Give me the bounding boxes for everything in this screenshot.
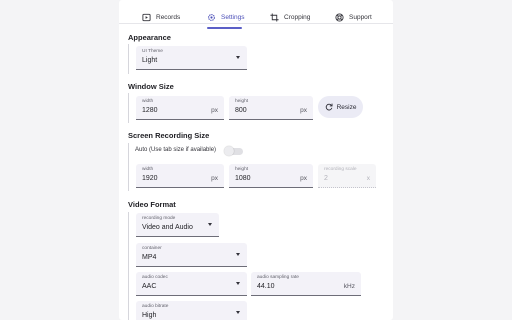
chevron-down-icon bbox=[236, 311, 240, 314]
tab-cropping-label: Cropping bbox=[284, 13, 311, 21]
ui-theme-select[interactable]: UI Theme Light bbox=[136, 46, 247, 70]
auto-size-label: Auto (Use tab size if available) bbox=[135, 147, 217, 153]
recording-width-label: width bbox=[142, 167, 154, 172]
toggle-thumb bbox=[224, 146, 234, 156]
recording-mode-label: recording mode bbox=[142, 216, 176, 221]
resize-button-label: Resize bbox=[336, 103, 357, 111]
tab-support-label: Support bbox=[349, 13, 372, 21]
chevron-down-icon bbox=[208, 223, 212, 226]
audio-codec-select[interactable]: audio codec AAC bbox=[136, 272, 247, 296]
section-rail bbox=[128, 212, 129, 320]
window-size-heading: Window Size bbox=[128, 82, 174, 91]
audio-codec-label: audio codec bbox=[142, 275, 168, 280]
tab-records[interactable]: Records bbox=[142, 6, 180, 28]
container-select[interactable]: container MP4 bbox=[136, 243, 247, 267]
tab-support[interactable]: Support bbox=[335, 6, 372, 28]
settings-panel: Records Settings Cropping Support Appear… bbox=[119, 0, 393, 320]
recording-scale-value: 2 bbox=[324, 175, 328, 182]
recording-scale-label: recording scale bbox=[324, 167, 357, 172]
tab-divider bbox=[119, 23, 393, 24]
crop-icon bbox=[270, 12, 279, 22]
screen-recording-heading: Screen Recording Size bbox=[128, 131, 210, 140]
section-rail bbox=[128, 93, 129, 123]
records-icon bbox=[142, 13, 151, 21]
recording-scale-unit: x bbox=[366, 175, 370, 182]
container-value: MP4 bbox=[142, 254, 157, 261]
auto-size-toggle[interactable] bbox=[224, 146, 243, 156]
recording-scale-input[interactable]: recording scale 2 x bbox=[318, 164, 376, 188]
chevron-down-icon bbox=[236, 282, 240, 285]
sampling-rate-value: 44.10 bbox=[257, 283, 275, 290]
recording-mode-value: Video and Audio bbox=[142, 224, 193, 231]
section-rail bbox=[128, 143, 129, 191]
container-label: container bbox=[142, 246, 162, 251]
audio-bitrate-value: High bbox=[142, 312, 157, 319]
window-height-label: height bbox=[235, 99, 249, 104]
chevron-down-icon bbox=[236, 56, 240, 59]
ui-theme-value: Light bbox=[142, 57, 158, 64]
window-width-label: width bbox=[142, 99, 154, 104]
settings-gear-icon bbox=[208, 13, 215, 21]
window-width-input[interactable]: width 1280 px bbox=[136, 96, 224, 120]
refresh-icon bbox=[325, 103, 333, 111]
video-format-heading: Video Format bbox=[128, 200, 176, 209]
tab-settings-label: Settings bbox=[221, 13, 245, 21]
section-rail bbox=[128, 44, 129, 74]
sampling-rate-input[interactable]: audio sampling rate 44.10 kHz bbox=[251, 272, 361, 296]
recording-height-input[interactable]: height 1080 px bbox=[229, 164, 313, 188]
chevron-down-icon bbox=[236, 253, 240, 256]
window-height-unit: px bbox=[300, 107, 307, 114]
appearance-heading: Appearance bbox=[128, 33, 171, 42]
ui-theme-label: UI Theme bbox=[142, 49, 163, 54]
tab-bar: Records Settings Cropping Support bbox=[119, 6, 393, 29]
window-height-input[interactable]: height 800 px bbox=[229, 96, 313, 120]
recording-width-unit: px bbox=[211, 175, 218, 182]
tab-cropping[interactable]: Cropping bbox=[270, 6, 310, 28]
recording-height-unit: px bbox=[300, 175, 307, 182]
recording-height-label: height bbox=[235, 167, 249, 172]
recording-mode-select[interactable]: recording mode Video and Audio bbox=[136, 213, 219, 237]
recording-width-input[interactable]: width 1920 px bbox=[136, 164, 224, 188]
recording-height-value: 1080 bbox=[235, 175, 251, 182]
window-width-unit: px bbox=[211, 107, 218, 114]
tab-settings[interactable]: Settings bbox=[207, 6, 245, 28]
resize-button[interactable]: Resize bbox=[318, 96, 363, 118]
audio-bitrate-select[interactable]: audio bitrate High bbox=[136, 301, 247, 320]
active-tab-indicator bbox=[207, 27, 242, 29]
window-width-value: 1280 bbox=[142, 107, 158, 114]
audio-codec-value: AAC bbox=[142, 283, 157, 290]
window-height-value: 800 bbox=[235, 107, 247, 114]
tab-records-label: Records bbox=[156, 13, 181, 21]
sampling-rate-label: audio sampling rate bbox=[257, 275, 299, 280]
recording-width-value: 1920 bbox=[142, 175, 158, 182]
support-icon bbox=[335, 12, 344, 22]
audio-bitrate-label: audio bitrate bbox=[142, 304, 169, 309]
sampling-rate-unit: kHz bbox=[343, 283, 355, 290]
